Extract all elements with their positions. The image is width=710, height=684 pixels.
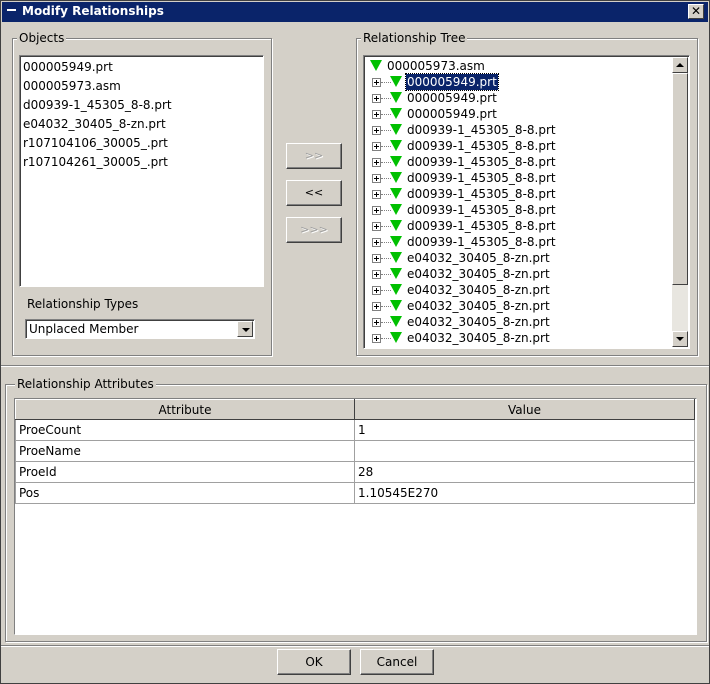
relationship-types-select[interactable]: Unplaced Member bbox=[25, 319, 255, 339]
modify-relationships-dialog: Modify Relationships ✕ Objects 000005949… bbox=[0, 0, 710, 684]
tree-node-label: 000005949.prt bbox=[407, 107, 497, 121]
expand-icon[interactable] bbox=[372, 206, 381, 215]
table-row[interactable]: ProeId 28 bbox=[15, 461, 695, 483]
expand-icon[interactable] bbox=[372, 318, 381, 327]
expand-icon[interactable] bbox=[372, 94, 381, 103]
triangle-icon bbox=[390, 188, 402, 199]
tree-scrollbar[interactable] bbox=[672, 57, 688, 347]
close-button[interactable]: ✕ bbox=[688, 4, 704, 19]
tree-node-label: d00939-1_45305_8-8.prt bbox=[407, 187, 556, 201]
expand-icon[interactable] bbox=[372, 302, 381, 311]
window-title: Modify Relationships bbox=[22, 4, 164, 18]
triangle-icon bbox=[390, 92, 402, 103]
scroll-up-button[interactable] bbox=[672, 57, 688, 73]
tree-node-label: d00939-1_45305_8-8.prt bbox=[407, 171, 556, 185]
chevron-down-icon[interactable] bbox=[237, 321, 253, 337]
expand-icon[interactable] bbox=[372, 238, 381, 247]
tree-node-label: e04032_30405_8-zn.prt bbox=[407, 283, 550, 297]
value-cell[interactable] bbox=[354, 440, 695, 462]
tree-node-label: d00939-1_45305_8-8.prt bbox=[407, 203, 556, 217]
triangle-icon bbox=[390, 284, 402, 295]
object-list-item[interactable]: r107104106_30005_.prt bbox=[20, 134, 263, 153]
tree-node-label: d00939-1_45305_8-8.prt bbox=[407, 123, 556, 137]
expand-icon[interactable] bbox=[372, 334, 381, 343]
column-header-value[interactable]: Value bbox=[354, 399, 695, 420]
tree-node-label: e04032_30405_8-zn.prt bbox=[407, 331, 550, 345]
objects-label: Objects bbox=[17, 31, 67, 45]
triangle-icon bbox=[390, 124, 402, 135]
attribute-cell: ProeId bbox=[15, 461, 355, 483]
triangle-icon bbox=[390, 204, 402, 215]
remove-button[interactable]: << bbox=[286, 180, 342, 206]
column-header-attribute[interactable]: Attribute bbox=[15, 399, 355, 420]
tree-node-label: e04032_30405_8-zn.prt bbox=[407, 267, 550, 281]
tree-node-label: 000005949.prt bbox=[405, 73, 499, 91]
scroll-thumb[interactable] bbox=[672, 73, 688, 285]
tree-node-label: e04032_30405_8-zn.prt bbox=[407, 251, 550, 265]
expand-icon[interactable] bbox=[372, 222, 381, 231]
triangle-icon bbox=[390, 156, 402, 167]
triangle-icon bbox=[390, 172, 402, 183]
triangle-icon bbox=[390, 76, 402, 87]
tree-node-label: d00939-1_45305_8-8.prt bbox=[407, 155, 556, 169]
triangle-icon bbox=[390, 332, 402, 343]
tree-node-label: d00939-1_45305_8-8.prt bbox=[407, 235, 556, 249]
triangle-icon bbox=[390, 252, 402, 263]
add-all-button[interactable]: >>> bbox=[286, 217, 342, 243]
ok-button[interactable]: OK bbox=[277, 649, 351, 675]
object-list-item[interactable]: 000005949.prt bbox=[20, 58, 263, 77]
table-row[interactable]: ProeName bbox=[15, 440, 695, 462]
tree-node-label: d00939-1_45305_8-8.prt bbox=[407, 139, 556, 153]
table-row[interactable]: Pos 1.10545E270 bbox=[15, 482, 695, 504]
expand-icon[interactable] bbox=[372, 110, 381, 119]
expand-icon[interactable] bbox=[372, 158, 381, 167]
tree-node-label: 000005949.prt bbox=[407, 91, 497, 105]
tree-node-label: d00939-1_45305_8-8.prt bbox=[407, 219, 556, 233]
expand-icon[interactable] bbox=[372, 126, 381, 135]
attributes-table: Attribute Value ProeCount 1 ProeName ProeId… bbox=[15, 399, 695, 504]
relationship-types-label: Relationship Types bbox=[27, 297, 139, 311]
cancel-button[interactable]: Cancel bbox=[360, 649, 434, 675]
table-row[interactable]: ProeCount 1 bbox=[15, 419, 695, 441]
separator bbox=[1, 645, 709, 647]
window-menu-icon[interactable] bbox=[6, 6, 18, 18]
expand-icon[interactable] bbox=[372, 174, 381, 183]
title-bar: Modify Relationships ✕ bbox=[2, 2, 708, 22]
triangle-icon bbox=[390, 316, 402, 327]
triangle-icon bbox=[390, 220, 402, 231]
triangle-icon bbox=[390, 268, 402, 279]
scroll-down-button[interactable] bbox=[672, 331, 688, 347]
attribute-cell: Pos bbox=[15, 482, 355, 504]
objects-list[interactable]: 000005949.prt 000005973.asm d00939-1_45305… bbox=[19, 55, 264, 287]
object-list-item[interactable]: d00939-1_45305_8-8.prt bbox=[20, 96, 263, 115]
expand-icon[interactable] bbox=[372, 254, 381, 263]
relationship-attributes-label: Relationship Attributes bbox=[15, 377, 156, 391]
value-cell[interactable]: 1 bbox=[354, 419, 695, 441]
add-button[interactable]: >> bbox=[286, 143, 342, 169]
value-cell[interactable]: 28 bbox=[354, 461, 695, 483]
relationship-tree[interactable]: 000005973.asm 000005949.prt 000005949.prt 0… bbox=[363, 55, 690, 349]
triangle-icon bbox=[390, 108, 402, 119]
expand-icon[interactable] bbox=[372, 190, 381, 199]
triangle-icon bbox=[390, 140, 402, 151]
expand-icon[interactable] bbox=[372, 286, 381, 295]
value-cell[interactable]: 1.10545E270 bbox=[354, 482, 695, 504]
separator bbox=[1, 365, 709, 367]
tree-node-label: 000005973.asm bbox=[387, 59, 485, 73]
relationship-tree-label: Relationship Tree bbox=[361, 31, 468, 45]
triangle-icon bbox=[390, 236, 402, 247]
object-list-item[interactable]: 000005973.asm bbox=[20, 77, 263, 96]
expand-icon[interactable] bbox=[372, 142, 381, 151]
expand-icon[interactable] bbox=[372, 78, 381, 87]
expand-icon[interactable] bbox=[372, 270, 381, 279]
tree-node-label: e04032_30405_8-zn.prt bbox=[407, 299, 550, 313]
relationship-types-value: Unplaced Member bbox=[29, 322, 139, 336]
object-list-item[interactable]: e04032_30405_8-zn.prt bbox=[20, 115, 263, 134]
attribute-cell: ProeCount bbox=[15, 419, 355, 441]
attribute-cell: ProeName bbox=[15, 440, 355, 462]
triangle-icon bbox=[370, 60, 382, 71]
object-list-item[interactable]: r107104261_30005_.prt bbox=[20, 153, 263, 172]
tree-node-label: e04032_30405_8-zn.prt bbox=[407, 315, 550, 329]
triangle-icon bbox=[390, 300, 402, 311]
